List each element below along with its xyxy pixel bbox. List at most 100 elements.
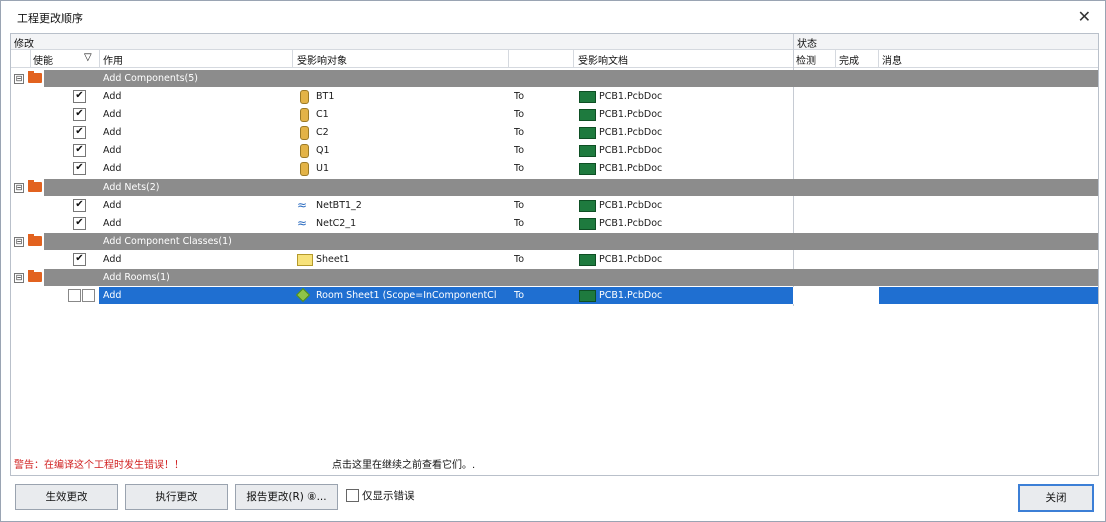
column-divider (30, 50, 31, 67)
enable-checkbox[interactable]: ✔ (73, 126, 86, 139)
component-icon (300, 90, 309, 104)
table-row[interactable]: ✔ Add C2 To PCB1.PcbDoc (11, 124, 1098, 142)
column-check[interactable]: 检测 (796, 52, 816, 67)
to-cell: To (514, 127, 525, 138)
pcb-document-icon (579, 127, 596, 139)
to-cell: To (514, 254, 525, 265)
pcb-document-icon (579, 91, 596, 103)
collapse-icon[interactable]: ⊟ (14, 273, 24, 283)
column-divider (878, 50, 879, 67)
object-cell: Q1 (316, 145, 330, 156)
group-label: Add Components(5) (103, 73, 198, 84)
component-icon (300, 108, 309, 122)
table-row-selected[interactable]: Add Room Sheet1 (Scope=InComponentCl To … (11, 287, 1098, 305)
column-done[interactable]: 完成 (839, 52, 859, 67)
to-cell: To (514, 91, 525, 102)
pcb-document-icon (579, 109, 596, 121)
object-cell: NetBT1_2 (316, 200, 362, 211)
to-cell: To (514, 109, 525, 120)
modify-group-header: 修改 (11, 34, 793, 50)
column-divider (835, 50, 836, 67)
document-cell: PCB1.PcbDoc (599, 163, 663, 174)
action-cell: Add (103, 127, 122, 138)
modify-group-label: 修改 (14, 39, 34, 50)
action-cell: Add (103, 254, 122, 265)
table-row[interactable]: ✔ Add C1 To PCB1.PcbDoc (11, 106, 1098, 124)
enable-checkbox[interactable]: ✔ (73, 144, 86, 157)
object-cell: C1 (316, 109, 329, 120)
enable-checkbox[interactable]: ✔ (73, 217, 86, 230)
to-cell: To (514, 290, 525, 301)
enable-checkbox[interactable] (68, 289, 81, 302)
object-cell: BT1 (316, 91, 335, 102)
table-row[interactable]: ✔ Add Q1 To PCB1.PcbDoc (11, 142, 1098, 160)
action-cell: Add (103, 163, 122, 174)
net-icon: ≈ (297, 216, 308, 230)
execute-changes-button[interactable]: 执行更改 (125, 484, 228, 510)
component-class-icon (297, 254, 313, 266)
report-changes-button[interactable]: 报告更改(R) ⑧... (235, 484, 338, 510)
table-row[interactable]: ✔ Add U1 To PCB1.PcbDoc (11, 160, 1098, 178)
table-row[interactable]: ✔ Add Sheet1 To PCB1.PcbDoc (11, 251, 1098, 269)
view-errors-link[interactable]: 点击这里在继续之前查看它们。. (332, 456, 475, 471)
document-cell: PCB1.PcbDoc (599, 91, 663, 102)
only-show-errors-checkbox[interactable] (346, 489, 359, 502)
group-band (44, 70, 1098, 87)
table-row[interactable]: ✔ Add ≈ NetBT1_2 To PCB1.PcbDoc (11, 197, 1098, 215)
document-cell: PCB1.PcbDoc (599, 290, 663, 301)
validate-changes-button[interactable]: 生效更改 (15, 484, 118, 510)
column-divider (573, 50, 574, 67)
collapse-icon[interactable]: ⊟ (14, 183, 24, 193)
folder-icon (28, 180, 42, 192)
table-row[interactable]: ✔ Add ≈ NetC2_1 To PCB1.PcbDoc (11, 215, 1098, 233)
column-divider (292, 50, 293, 67)
component-icon (300, 126, 309, 140)
component-icon (300, 144, 309, 158)
pcb-document-icon (579, 163, 596, 175)
action-cell: Add (103, 290, 122, 301)
group-row-add-rooms[interactable]: ⊟ Add Rooms(1) (11, 269, 1098, 287)
column-message[interactable]: 消息 (882, 52, 902, 67)
document-cell: PCB1.PcbDoc (599, 200, 663, 211)
warning-text: 警告：在编译这个工程时发生错误！！ (14, 460, 184, 471)
document-cell: PCB1.PcbDoc (599, 109, 663, 120)
only-show-errors-label: 仅显示错误 (362, 490, 415, 502)
column-action[interactable]: 作用 (103, 52, 123, 67)
status-group-label: 状态 (797, 39, 817, 50)
group-label: Add Nets(2) (103, 182, 160, 193)
engineering-change-order-dialog: 工程更改顺序 ✕ 修改 状态 使能 ▽ 作用 受影响对象 受影响文档 检测 完成… (0, 0, 1106, 522)
enable-checkbox[interactable]: ✔ (73, 162, 86, 175)
pcb-document-icon (579, 218, 596, 230)
column-divider (99, 50, 100, 67)
close-button[interactable]: 关闭 (1018, 484, 1094, 512)
group-row-add-nets[interactable]: ⊟ Add Nets(2) (11, 179, 1098, 197)
collapse-icon[interactable]: ⊟ (14, 74, 24, 84)
enable-checkbox[interactable]: ✔ (73, 90, 86, 103)
pcb-document-icon (579, 145, 596, 157)
filter-icon[interactable]: ▽ (84, 52, 92, 63)
document-cell: PCB1.PcbDoc (599, 145, 663, 156)
object-cell: U1 (316, 163, 329, 174)
enable-checkbox[interactable]: ✔ (73, 253, 86, 266)
column-affected-object[interactable]: 受影响对象 (297, 52, 347, 67)
enable-checkbox[interactable]: ✔ (73, 108, 86, 121)
enable-checkbox[interactable]: ✔ (73, 199, 86, 212)
group-row-add-components[interactable]: ⊟ Add Components(5) (11, 70, 1098, 88)
group-row-add-component-classes[interactable]: ⊟ Add Component Classes(1) (11, 233, 1098, 251)
to-cell: To (514, 200, 525, 211)
object-cell: Sheet1 (316, 254, 350, 265)
folder-icon (28, 71, 42, 83)
table-row[interactable]: ✔ Add BT1 To PCB1.PcbDoc (11, 88, 1098, 106)
row-checkbox[interactable] (82, 289, 95, 302)
dialog-title: 工程更改顺序 (17, 12, 83, 25)
column-enable[interactable]: 使能 (33, 52, 53, 67)
component-icon (300, 162, 309, 176)
status-cell (793, 287, 879, 304)
status-group-header: 状态 (794, 34, 1098, 50)
close-icon[interactable]: ✕ (1078, 7, 1091, 26)
column-affected-document[interactable]: 受影响文档 (578, 52, 628, 67)
collapse-icon[interactable]: ⊟ (14, 237, 24, 247)
column-header-row: 使能 ▽ 作用 受影响对象 受影响文档 检测 完成 消息 (11, 50, 1098, 68)
group-band (44, 269, 1098, 286)
changes-table: 修改 状态 使能 ▽ 作用 受影响对象 受影响文档 检测 完成 消息 ⊟ Add… (10, 33, 1099, 450)
